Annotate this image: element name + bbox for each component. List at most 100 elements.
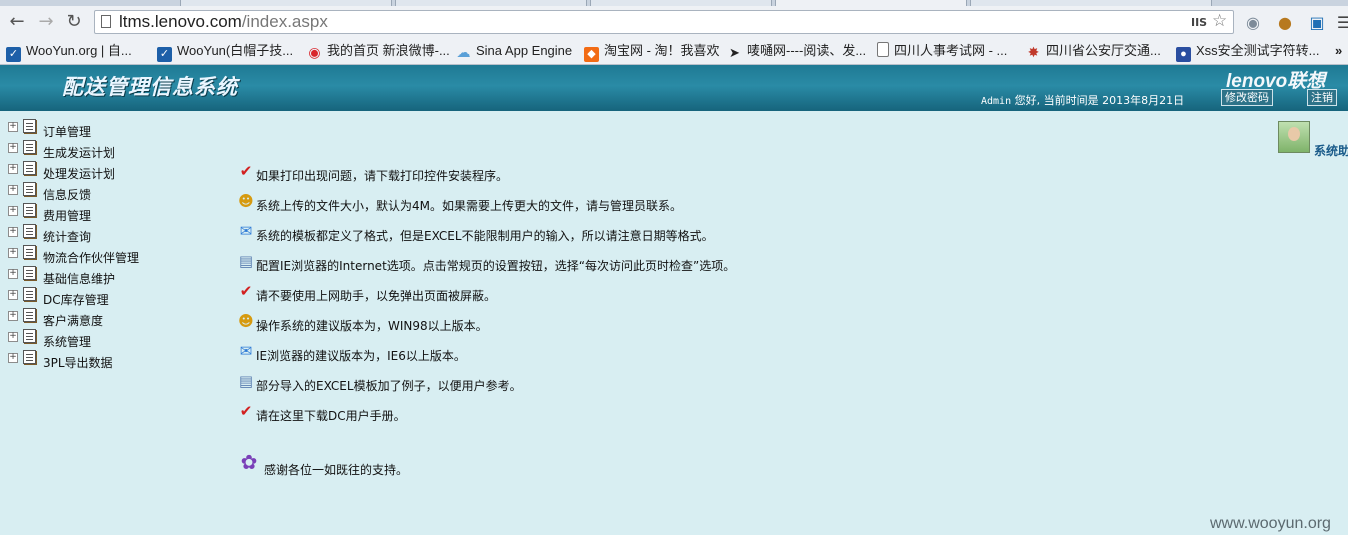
book-icon: [23, 350, 36, 364]
book-icon: [23, 140, 36, 154]
bookmark-star-icon[interactable]: ☆: [1212, 11, 1227, 31]
sidebar-item-3pl-export[interactable]: +3PL导出数据: [8, 350, 208, 371]
monitor-icon[interactable]: ▣: [1307, 13, 1327, 33]
thanks-text: 感谢各位一如既往的支持。: [264, 463, 409, 477]
cookie-icon[interactable]: ●: [1275, 13, 1295, 33]
notice-item: ▤ 部分导入的EXCEL模板加了例子，以便用户参考。: [237, 370, 937, 400]
notice-text: 配置IE浏览器的Internet选项。点击常规页的设置按钮，选择“每次访问此页时…: [256, 259, 736, 273]
expand-icon[interactable]: +: [8, 248, 18, 258]
book-icon: [23, 308, 36, 322]
bookmark-item[interactable]: ◆ 淘宝网 - 淘！我喜欢: [584, 42, 720, 62]
sidebar-item-label: DC库存管理: [43, 293, 109, 307]
book-icon: [23, 266, 36, 280]
sidebar-item-system-management[interactable]: + 系统管理: [8, 329, 208, 350]
bookmark-item[interactable]: ☁ Sina App Engine: [456, 42, 573, 60]
sidebar-item-dc-inventory[interactable]: + DC库存管理: [8, 287, 208, 308]
sidebar-item-label: 统计查询: [43, 230, 92, 244]
weibo-icon: ◉: [308, 44, 321, 60]
bookmark-label: 四川省公安厅交通...: [1046, 43, 1161, 58]
bookmark-label: WooYun.org | 自...: [26, 43, 132, 58]
sidebar-item-label: 客户满意度: [43, 314, 104, 328]
bookmark-item[interactable]: ✸ 四川省公安厅交通...: [1026, 42, 1161, 60]
notice-text: 系统上传的文件大小，默认为4M。如果需要上传更大的文件，请与管理员联系。: [256, 199, 682, 213]
expand-icon[interactable]: +: [8, 332, 18, 342]
logout-button[interactable]: 注销: [1307, 89, 1337, 106]
expand-icon[interactable]: +: [8, 185, 18, 195]
bookmarks-overflow-icon[interactable]: »: [1335, 42, 1342, 60]
document-icon: ▤: [238, 252, 254, 270]
dc-manual-download-link[interactable]: 请在这里下载DC用户手册。: [256, 407, 406, 424]
wooyun-icon: ✓: [6, 47, 21, 62]
cloud-icon: ☁: [456, 44, 471, 60]
change-password-button[interactable]: 修改密码: [1221, 89, 1273, 106]
user-name: Admin: [981, 96, 1012, 107]
expand-icon[interactable]: +: [8, 269, 18, 279]
app-title: 配送管理信息系统: [62, 74, 238, 99]
bookmark-label: Xss安全测试字符转...: [1196, 43, 1320, 58]
sidebar-item-customer-satisfaction[interactable]: + 客户满意度: [8, 308, 208, 329]
page-icon: [877, 42, 889, 57]
notice-item: ☻ 系统上传的文件大小，默认为4M。如果需要上传更大的文件，请与管理员联系。: [237, 190, 937, 220]
sidebar-item-order-management[interactable]: + 订单管理: [8, 119, 208, 140]
address-url[interactable]: ltms.lenovo.com/index.aspx: [119, 12, 328, 32]
sidebar-item-cost-management[interactable]: + 费用管理: [8, 203, 208, 224]
users-icon: ☻: [238, 192, 254, 210]
sidebar-item-generate-shipping-plan[interactable]: + 生成发运计划: [8, 140, 208, 161]
expand-icon[interactable]: +: [8, 164, 18, 174]
expand-icon[interactable]: +: [8, 143, 18, 153]
wooyun-icon: ✓: [157, 47, 172, 62]
bookmark-item[interactable]: ◉ 我的首页 新浪微博-...: [307, 42, 450, 60]
sidebar-item-process-shipping-plan[interactable]: + 处理发运计划: [8, 161, 208, 182]
notice-text: 如果打印出现问题，请下载打印控件安装程序。: [256, 169, 509, 183]
check-icon: ✔: [239, 162, 253, 180]
assistant-label[interactable]: 系统助: [1314, 142, 1348, 159]
bookmark-item[interactable]: ➤ 唛嗵网----阅读、发...: [727, 42, 866, 60]
notice-item: ✔ 如果打印出现问题，请下载打印控件安装程序。: [237, 160, 937, 190]
sidebar-item-label: 订单管理: [43, 125, 92, 139]
bookmark-label: Sina App Engine: [476, 43, 573, 58]
iis-mode-badge[interactable]: IIS: [1191, 16, 1207, 29]
taobao-icon: ◆: [584, 47, 599, 62]
url-path: /index.aspx: [241, 12, 328, 31]
expand-icon[interactable]: +: [8, 290, 18, 300]
notice-text: 操作系统的建议版本为，WIN98以上版本。: [256, 319, 488, 333]
notice-text: 部分导入的EXCEL模板加了例子，以便用户参考。: [256, 379, 522, 393]
app-header: 配送管理信息系统 lenovo联想 Admin 您好, 当前时间是 2013年8…: [0, 65, 1348, 111]
sidebar-item-logistics-partners[interactable]: + 物流合作伙伴管理: [8, 245, 208, 266]
bookmark-label: 四川人事考试网 - ...: [894, 43, 1008, 58]
sidebar-item-label: 基础信息维护: [43, 272, 116, 286]
expand-icon[interactable]: +: [8, 227, 18, 237]
back-icon[interactable]: ←: [6, 11, 28, 33]
expand-icon[interactable]: +: [8, 311, 18, 321]
bookmark-label: 我的首页 新浪微博-...: [327, 43, 450, 58]
watermark: www.wooyun.org: [1210, 515, 1331, 532]
user-info: Admin 您好, 当前时间是 2013年8月21日: [981, 92, 1184, 108]
users-icon: ☻: [238, 312, 254, 330]
notice-text: IE浏览器的建议版本为，IE6以上版本。: [256, 349, 466, 363]
notice-item: ✔ 请不要使用上网助手，以免弹出页面被屏蔽。: [237, 280, 937, 310]
expand-icon[interactable]: +: [8, 353, 18, 363]
notice-text: 请不要使用上网助手，以免弹出页面被屏蔽。: [256, 289, 497, 303]
police-badge-icon: ✸: [1027, 44, 1040, 60]
bookmark-item[interactable]: ✓ WooYun(白帽子技...: [157, 42, 293, 62]
expand-icon[interactable]: +: [8, 206, 18, 216]
bookmark-item[interactable]: ● Xss安全测试字符转...: [1176, 42, 1320, 62]
book-icon: [23, 119, 36, 133]
avatar[interactable]: [1278, 121, 1310, 153]
bookmark-label: 淘宝网 - 淘！我喜欢: [604, 43, 720, 58]
forward-icon[interactable]: →: [35, 11, 57, 33]
menu-icon[interactable]: ☰: [1334, 13, 1348, 33]
sidebar-item-statistics-query[interactable]: + 统计查询: [8, 224, 208, 245]
notice-item[interactable]: ✔ 请在这里下载DC用户手册。: [237, 400, 937, 430]
document-icon: ▤: [238, 372, 254, 390]
expand-icon[interactable]: +: [8, 122, 18, 132]
bookmark-item[interactable]: ✓ WooYun.org | 自...: [6, 42, 132, 62]
address-bar[interactable]: ltms.lenovo.com/index.aspx IIS ☆: [94, 10, 1234, 34]
reload-icon[interactable]: ↻: [63, 11, 85, 33]
sidebar-item-feedback[interactable]: + 信息反馈: [8, 182, 208, 203]
sidebar-menu: + 订单管理 + 生成发运计划 + 处理发运计划 + 信息反馈 + 费用管理 + 统计查询 …: [8, 119, 208, 371]
sidebar-item-label: 信息反馈: [43, 188, 92, 202]
globe-icon[interactable]: ◉: [1243, 13, 1263, 33]
sidebar-item-basic-info[interactable]: + 基础信息维护: [8, 266, 208, 287]
bookmark-item[interactable]: 四川人事考试网 - ...: [877, 42, 1007, 60]
